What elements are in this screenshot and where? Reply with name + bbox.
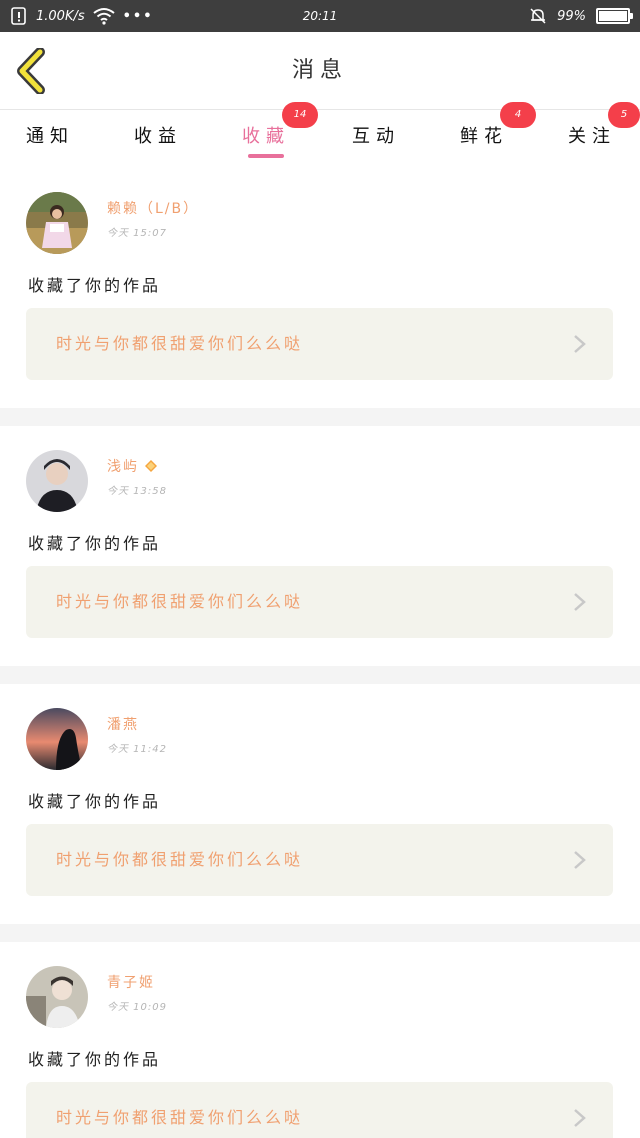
- chevron-right-icon: [574, 1109, 586, 1127]
- work-title: 时光与你都很甜爱你们么么哒: [56, 334, 304, 353]
- tab-label: 互动: [352, 126, 400, 147]
- battery-fill: [599, 11, 627, 21]
- status-right: 99%: [529, 0, 633, 32]
- chevron-right-icon: [574, 593, 586, 611]
- work-title: 时光与你都很甜爱你们么么哒: [56, 850, 304, 869]
- message-card[interactable]: 青子姬 今天 10:09 收藏了你的作品 时光与你都很甜爱你们么么哒: [0, 942, 640, 1138]
- avatar[interactable]: [26, 450, 88, 512]
- message-card[interactable]: 赖赖（L/B） 今天 15:07 收藏了你的作品 时光与你都很甜爱你们么么哒: [0, 168, 640, 408]
- work-link[interactable]: 时光与你都很甜爱你们么么哒: [26, 308, 613, 380]
- user-name[interactable]: 赖赖（L/B）: [107, 198, 199, 218]
- tab-badge: 14: [282, 102, 318, 128]
- user-name[interactable]: 潘燕: [107, 714, 139, 734]
- tab-interactions[interactable]: 互动: [336, 110, 416, 168]
- user-name[interactable]: 浅屿: [107, 456, 139, 476]
- avatar[interactable]: [26, 192, 88, 254]
- mute-bell-icon: [530, 8, 546, 24]
- tab-favorites[interactable]: 收藏 14: [226, 102, 318, 168]
- message-action: 收藏了你的作品: [28, 1050, 162, 1069]
- tab-badge: 5: [608, 102, 640, 128]
- user-name-row: 青子姬: [107, 972, 155, 992]
- work-title: 时光与你都很甜爱你们么么哒: [56, 592, 304, 611]
- app-header: 消息: [0, 32, 640, 110]
- message-action: 收藏了你的作品: [28, 792, 162, 811]
- message-time: 今天 10:09: [107, 1002, 167, 1013]
- tab-bar: 通知 收益 收藏 14 互动 鲜花 4 关注 5: [0, 102, 640, 168]
- message-action: 收藏了你的作品: [28, 534, 162, 553]
- message-time: 今天 15:07: [107, 228, 167, 239]
- chevron-right-icon: [574, 851, 586, 869]
- page-title: 消息: [291, 58, 348, 83]
- message-action: 收藏了你的作品: [28, 276, 162, 295]
- work-link[interactable]: 时光与你都很甜爱你们么么哒: [26, 1082, 613, 1138]
- chevron-right-icon: [574, 335, 586, 353]
- tab-notifications[interactable]: 通知: [10, 110, 90, 168]
- battery-text: 99%: [557, 8, 586, 24]
- avatar[interactable]: [26, 708, 88, 770]
- tab-label: 鲜花: [460, 126, 508, 147]
- message-time: 今天 13:58: [107, 486, 167, 497]
- status-bar: 1.00K/s ••• 20:11 99%: [0, 0, 640, 32]
- message-card[interactable]: 潘燕 今天 11:42 收藏了你的作品 时光与你都很甜爱你们么么哒: [0, 684, 640, 924]
- tab-earnings[interactable]: 收益: [118, 110, 198, 168]
- tab-badge: 4: [500, 102, 536, 128]
- tab-label: 关注: [568, 126, 616, 147]
- vip-diamond-icon: [145, 460, 157, 472]
- user-name-row: 赖赖（L/B）: [107, 198, 199, 218]
- battery-icon: [596, 8, 633, 24]
- user-name-row: 浅屿: [107, 456, 157, 476]
- work-link[interactable]: 时光与你都很甜爱你们么么哒: [26, 566, 613, 638]
- user-name-row: 潘燕: [107, 714, 139, 734]
- message-time: 今天 11:42: [107, 744, 167, 755]
- active-tab-indicator: [248, 154, 284, 158]
- message-card[interactable]: 浅屿 今天 13:58 收藏了你的作品 时光与你都很甜爱你们么么哒: [0, 426, 640, 666]
- tab-follows[interactable]: 关注 5: [552, 102, 640, 168]
- tab-label: 收藏: [242, 126, 290, 147]
- tab-label: 通知: [26, 126, 74, 147]
- tab-label: 收益: [134, 126, 182, 147]
- avatar[interactable]: [26, 966, 88, 1028]
- work-title: 时光与你都很甜爱你们么么哒: [56, 1108, 304, 1127]
- work-link[interactable]: 时光与你都很甜爱你们么么哒: [26, 824, 613, 896]
- user-name[interactable]: 青子姬: [107, 972, 155, 992]
- tab-flowers[interactable]: 鲜花 4: [444, 102, 536, 168]
